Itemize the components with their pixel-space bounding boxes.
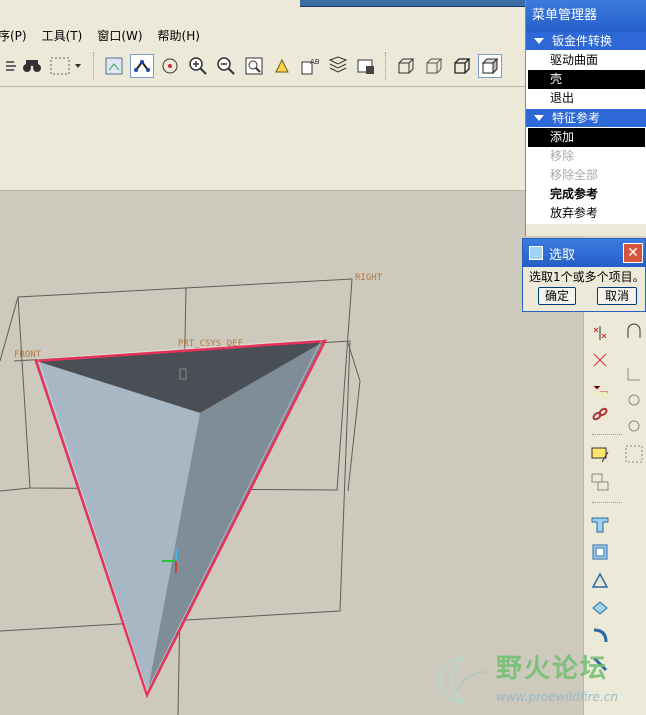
zoom-out-icon[interactable] [214, 54, 238, 78]
window-title-bar [300, 0, 530, 7]
hidden-line-icon[interactable] [422, 54, 446, 78]
spin-center-icon[interactable] [158, 54, 182, 78]
menu-item-exit[interactable]: 退出 [528, 89, 645, 108]
shading-icon[interactable] [478, 54, 502, 78]
csys-label: PRT_CSYS_DEF [178, 339, 243, 349]
zoom-in-icon[interactable] [186, 54, 210, 78]
extrude-wall-icon[interactable] [588, 596, 612, 620]
datum-axis-tool-icon[interactable] [588, 348, 612, 372]
menu-item-remove-all: 移除全部 [528, 166, 645, 185]
datum-point-tool-icon[interactable] [588, 320, 612, 344]
menu-item-drive-surface[interactable]: 驱动曲面 [528, 51, 645, 70]
menu-item-shell[interactable]: 壳 [528, 70, 645, 89]
menu-item-remove: 移除 [528, 147, 645, 166]
model-canvas[interactable]: RIGHT FRONT PRT_CSYS_DEF [0, 191, 583, 715]
chain-icon[interactable] [588, 402, 612, 426]
forum-watermark: 野火论坛 www.proewildfire.cn [434, 648, 646, 715]
sketch-tool-icon[interactable] [622, 388, 646, 412]
menu-window[interactable]: 窗口(W) [97, 27, 151, 44]
selection-box-dropdown[interactable] [48, 54, 82, 78]
view-manager-icon[interactable]: AB [298, 54, 322, 78]
dialog-window-icon [529, 246, 543, 260]
menu-tools[interactable]: 工具(T) [42, 27, 92, 44]
toolbar-separator [385, 52, 387, 80]
toolbar-separator [592, 434, 622, 436]
flange-icon[interactable] [588, 568, 612, 592]
watermark-logo-icon [438, 656, 487, 704]
graphics-window[interactable]: RIGHT FRONT PRT_CSYS_DEF [0, 191, 583, 715]
close-icon[interactable]: ✕ [623, 243, 643, 263]
reorient-icon[interactable] [270, 54, 294, 78]
cancel-button[interactable]: 取消 [597, 287, 637, 305]
watermark-url: www.proewildfire.cn [496, 690, 618, 704]
layers-icon[interactable] [326, 54, 350, 78]
main-toolbar: AB [0, 46, 525, 87]
menu-section-label: 特征参考 [552, 111, 601, 125]
select-dialog-titlebar[interactable]: 选取 ✕ [523, 239, 645, 267]
svg-text:AB: AB [310, 58, 320, 66]
flat-wall-icon[interactable] [588, 540, 612, 564]
collapse-triangle-icon [534, 38, 544, 44]
menu-section-sheetmetal-conversion[interactable]: 钣金件转换 [526, 32, 646, 50]
datum-plane-tool-icon[interactable] [622, 320, 646, 344]
menu-item-quit-refs[interactable]: 放弃参考 [528, 204, 645, 223]
view-saved-icon[interactable] [102, 54, 126, 78]
menu-program[interactable]: 序(P) [0, 27, 36, 44]
menu-section-label: 钣金件转换 [552, 34, 613, 48]
copy-tool-icon[interactable] [588, 470, 612, 494]
shell-tool-icon[interactable] [622, 414, 646, 438]
round-tool-icon[interactable] [622, 362, 646, 386]
bend-icon[interactable] [588, 624, 612, 648]
menu-section-feature-reference[interactable]: 特征参考 [526, 109, 646, 127]
menu-item-done-refs[interactable]: 完成参考 [528, 185, 645, 204]
pyramid-model [34, 338, 328, 699]
menu-list: 添加 移除 移除全部 完成参考 放弃参考 [526, 127, 646, 224]
datum-label-right: RIGHT [355, 273, 383, 283]
datum-label-front: FRONT [14, 350, 42, 360]
toolbar-separator [93, 52, 95, 80]
collapse-triangle-icon [534, 115, 544, 121]
select-dialog-message: 选取1个或多个项目。 [529, 270, 645, 284]
select-dialog-title: 选取 [549, 247, 576, 263]
toolbar-separator [592, 502, 622, 504]
menu-manager-panel: 菜单管理器 钣金件转换 驱动曲面 壳 退出 特征参考 添加 移除 移除全部 完成… [525, 0, 646, 236]
wireframe-icon[interactable] [394, 54, 418, 78]
toolbar-area [0, 87, 525, 191]
menu-manager-title: 菜单管理器 [526, 0, 646, 32]
select-dialog: 选取 ✕ 选取1个或多个项目。 确定 取消 [522, 238, 646, 312]
ok-button[interactable]: 确定 [538, 287, 576, 305]
datum-curve-icon[interactable] [588, 376, 612, 400]
pattern-tool-icon[interactable] [622, 442, 646, 466]
wall-tool-icon[interactable] [588, 512, 612, 536]
datum-point-display-icon[interactable] [130, 54, 154, 78]
sketcher-icon[interactable] [588, 442, 612, 466]
refit-icon[interactable] [242, 54, 266, 78]
no-hidden-icon[interactable] [450, 54, 474, 78]
menu-item-add[interactable]: 添加 [528, 128, 645, 147]
menu-bar: 序(P) 工具(T) 窗口(W) 帮助(H) [0, 24, 525, 46]
menu-help[interactable]: 帮助(H) [158, 27, 209, 44]
menu-list: 驱动曲面 壳 退出 [526, 50, 646, 109]
binoculars-icon[interactable] [20, 54, 44, 78]
appearance-icon[interactable] [354, 54, 378, 78]
watermark-title: 野火论坛 [496, 654, 609, 684]
